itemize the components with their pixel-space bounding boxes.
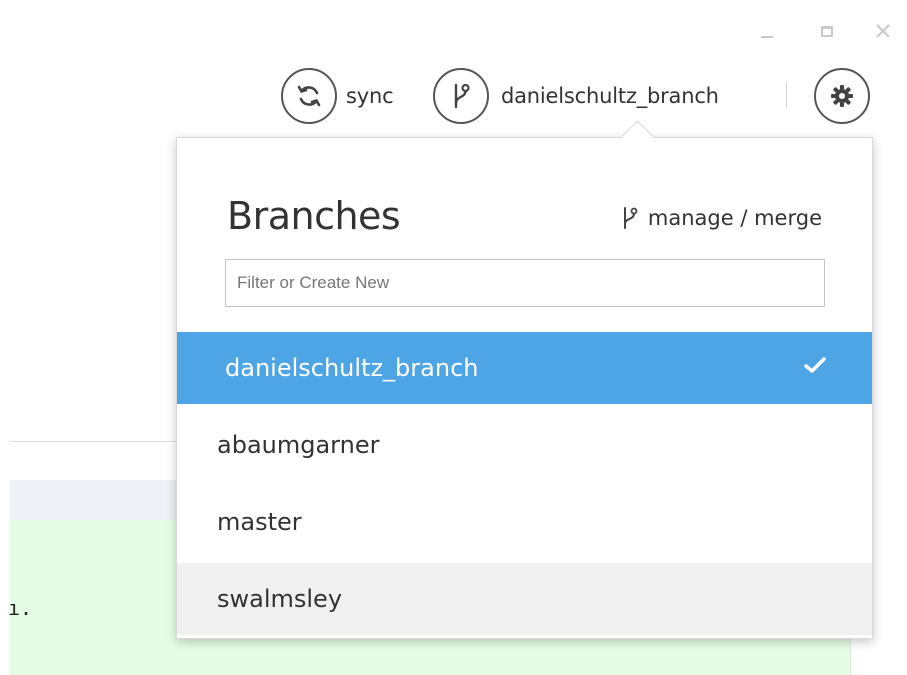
maximize-icon <box>821 25 833 37</box>
sync-icon <box>297 85 321 107</box>
branch-item-abaumgarner[interactable]: abaumgarner <box>177 409 872 481</box>
close-icon <box>876 24 890 38</box>
branch-icon <box>454 83 470 109</box>
background-divider <box>10 441 190 442</box>
minimize-button[interactable] <box>752 16 782 46</box>
flyout-title: Branches <box>227 194 401 238</box>
branch-item-master[interactable]: master <box>177 486 872 558</box>
branch-filter-input[interactable] <box>225 259 825 307</box>
check-icon <box>804 357 826 373</box>
branch-item-label: swalmsley <box>217 585 343 613</box>
branch-item-label: abaumgarner <box>217 431 380 459</box>
current-branch-button[interactable]: danielschultz_branch <box>433 68 719 124</box>
branch-item-swalmsley[interactable]: swalmsley <box>177 563 872 635</box>
branch-item-label: master <box>217 508 302 536</box>
manage-merge-link[interactable]: manage / merge <box>620 206 822 230</box>
maximize-button[interactable] <box>812 16 842 46</box>
sync-label: sync <box>346 84 394 108</box>
gear-icon <box>831 85 853 107</box>
branch-list: danielschultz_branch abaumgarner master … <box>177 332 872 640</box>
settings-button[interactable] <box>814 68 870 124</box>
current-branch-label: danielschultz_branch <box>501 84 719 108</box>
branch-item-label: danielschultz_branch <box>225 354 479 382</box>
sync-icon-circle <box>281 68 337 124</box>
minimize-icon <box>761 36 773 38</box>
branch-icon-circle <box>433 68 489 124</box>
sync-button[interactable]: sync <box>281 68 394 124</box>
close-button[interactable] <box>868 16 898 46</box>
branch-icon <box>620 206 640 230</box>
toolbar-separator <box>786 82 787 108</box>
branches-flyout: Branches manage / merge danielschultz_br… <box>176 137 873 639</box>
manage-merge-label: manage / merge <box>647 206 822 230</box>
branch-item-danielschultz_branch[interactable]: danielschultz_branch <box>177 332 872 404</box>
background-code-text: ı. <box>8 596 33 620</box>
